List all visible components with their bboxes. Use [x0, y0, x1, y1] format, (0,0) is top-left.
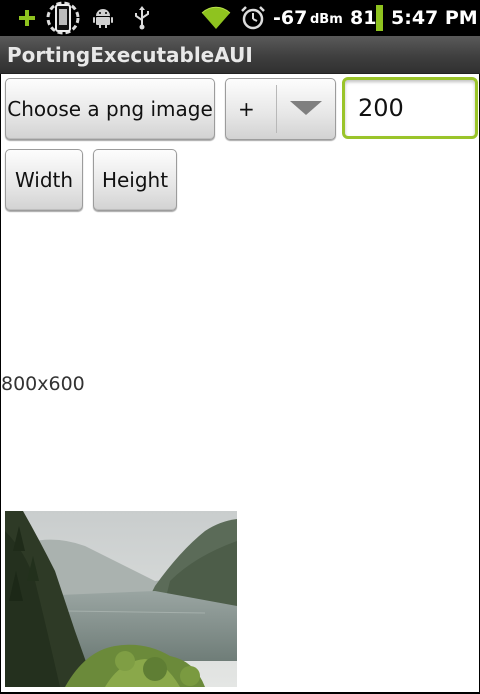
main-content: Choose a png image + 200 Width Height 80… — [1, 74, 479, 692]
signal-strength-unit: dBm — [310, 12, 343, 27]
status-bar: -67 dBm 81 5:47 PM — [0, 0, 480, 36]
height-button[interactable]: Height — [93, 149, 177, 211]
amount-input[interactable]: 200 — [342, 77, 478, 139]
battery-level: 81 — [350, 7, 377, 29]
title-bar: PortingExecutableAUI — [0, 36, 480, 74]
image-preview — [5, 511, 237, 687]
width-button[interactable]: Width — [5, 149, 83, 211]
android-icon — [92, 0, 114, 36]
signal-strength-value: -67 — [273, 7, 308, 29]
image-size-label: 800x600 — [1, 373, 85, 395]
operator-spinner[interactable]: + — [225, 78, 336, 140]
wifi-icon — [201, 0, 231, 36]
dropdown-arrow-icon — [290, 101, 322, 115]
spinner-divider — [276, 85, 277, 133]
phone-icon — [46, 0, 80, 36]
choose-png-image-button[interactable]: Choose a png image — [5, 78, 215, 140]
clock: 5:47 PM — [391, 7, 478, 29]
alarm-icon — [240, 0, 266, 36]
battery-icon — [376, 0, 384, 36]
operator-spinner-value: + — [238, 97, 255, 121]
usb-icon — [133, 0, 151, 36]
add-icon — [18, 0, 36, 36]
app-title: PortingExecutableAUI — [7, 43, 253, 67]
